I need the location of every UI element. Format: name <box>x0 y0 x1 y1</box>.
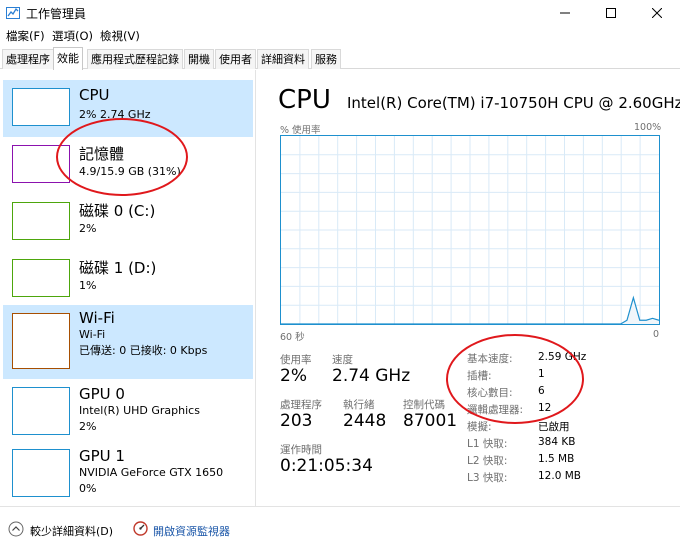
footer-bar: 較少詳細資料(D) 開啟資源監視器 <box>0 506 680 550</box>
sidebar-item-title: GPU 1 <box>79 447 125 465</box>
gpu0-thumbnail-graph <box>12 387 70 435</box>
collapse-chevron-icon[interactable] <box>8 521 24 537</box>
sidebar-item-usage: 2% <box>79 420 97 433</box>
speed-value: 2.74 GHz <box>332 366 411 386</box>
processes-label: 處理程序 <box>280 399 322 411</box>
sidebar-item-title: Wi-Fi <box>79 309 115 327</box>
info-label-l2-cache: L2 快取: <box>467 455 508 467</box>
menu-file[interactable]: 檔案(F) <box>6 28 45 44</box>
threads-value: 2448 <box>343 411 387 431</box>
page-title: CPU <box>278 85 331 115</box>
disk1-thumbnail-graph <box>12 259 70 297</box>
sidebar-item-detail: Intel(R) UHD Graphics <box>79 404 200 417</box>
maximize-icon <box>606 8 616 18</box>
tab-startup[interactable]: 開機 <box>184 49 214 69</box>
sidebar-item-detail: 2% <box>79 222 97 235</box>
cpu-thumbnail-graph <box>12 88 70 126</box>
tab-app-history[interactable]: 應用程式歷程記錄 <box>87 49 183 69</box>
usage-label: 使用率 <box>280 354 312 366</box>
annotation-circle-cpu-specs <box>446 334 584 424</box>
title-bar: 工作管理員 <box>0 0 680 26</box>
info-label-l1-cache: L1 快取: <box>467 438 508 450</box>
handles-label: 控制代碼 <box>403 399 445 411</box>
info-value-virtualization: 已啟用 <box>538 421 570 433</box>
cpu-usage-graph <box>280 135 660 325</box>
info-value-l2-cache: 1.5 MB <box>538 453 575 465</box>
close-icon <box>652 8 662 18</box>
cpu-usage-chart <box>281 136 660 325</box>
info-value-l3-cache: 12.0 MB <box>538 470 581 482</box>
open-resource-monitor-link[interactable]: 開啟資源監視器 <box>153 523 230 539</box>
tab-performance[interactable]: 效能 <box>53 47 83 70</box>
tab-bar: 處理程序 效能 應用程式歷程記錄 開機 使用者 詳細資料 服務 <box>0 47 680 70</box>
cpu-detail-panel: CPU Intel(R) Core(TM) i7-10750H CPU @ 2.… <box>258 70 680 506</box>
usage-value: 2% <box>280 366 307 386</box>
graph-x-right-label: 0 <box>653 329 660 340</box>
sidebar-item-gpu-0[interactable]: GPU 0 Intel(R) UHD Graphics 2% <box>3 379 253 441</box>
minimize-icon <box>560 12 570 14</box>
sidebar-item-detail: NVIDIA GeForce GTX 1650 <box>79 466 224 479</box>
graph-x-left-label: 60 秒 <box>280 332 305 343</box>
cpu-model-name: Intel(R) Core(TM) i7-10750H CPU @ 2.60GH… <box>347 94 680 112</box>
tab-details[interactable]: 詳細資料 <box>257 49 309 69</box>
sidebar-item-title: CPU <box>79 86 110 104</box>
sidebar-item-detail: 1% <box>79 279 97 292</box>
speed-label: 速度 <box>332 354 353 366</box>
resource-monitor-icon <box>133 521 148 536</box>
graph-y-max-label: 100% <box>634 122 662 133</box>
sidebar-item-title: 磁碟 0 (C:) <box>79 202 156 220</box>
menu-bar: 檔案(F) 選項(O) 檢視(V) <box>0 26 680 46</box>
fewer-details-link[interactable]: 較少詳細資料(D) <box>30 523 113 539</box>
maximize-button[interactable] <box>588 0 634 26</box>
sidebar-item-usage: 0% <box>79 482 97 495</box>
sidebar-item-title: 磁碟 1 (D:) <box>79 259 157 277</box>
sidebar-item-disk-0[interactable]: 磁碟 0 (C:) 2% <box>3 194 253 251</box>
processes-value: 203 <box>280 411 313 431</box>
disk0-thumbnail-graph <box>12 202 70 240</box>
annotation-circle-memory <box>56 118 188 196</box>
menu-view[interactable]: 檢視(V) <box>100 28 140 44</box>
handles-value: 87001 <box>403 411 458 431</box>
tab-users[interactable]: 使用者 <box>215 49 256 69</box>
sidebar-item-title: GPU 0 <box>79 385 125 403</box>
info-label-virtualization: 模擬: <box>467 421 492 433</box>
sidebar-item-wifi[interactable]: Wi-Fi Wi-Fi 已傳送: 0 已接收: 0 Kbps <box>3 305 253 379</box>
task-manager-icon <box>6 7 20 19</box>
sidebar-item-gpu-1[interactable]: GPU 1 NVIDIA GeForce GTX 1650 0% <box>3 441 253 503</box>
info-label-l3-cache: L3 快取: <box>467 472 508 484</box>
minimize-button[interactable] <box>542 0 588 26</box>
wifi-thumbnail-graph <box>12 313 70 369</box>
close-button[interactable] <box>634 0 680 26</box>
sidebar-item-throughput: 已傳送: 0 已接收: 0 Kbps <box>79 344 208 357</box>
threads-label: 執行緒 <box>343 399 375 411</box>
window-title: 工作管理員 <box>26 7 87 21</box>
menu-options[interactable]: 選項(O) <box>52 28 93 44</box>
uptime-value: 0:21:05:34 <box>280 456 373 476</box>
gpu1-thumbnail-graph <box>12 449 70 497</box>
info-value-l1-cache: 384 KB <box>538 436 576 448</box>
graph-y-axis-label: % 使用率 <box>280 125 321 136</box>
sidebar-item-disk-1[interactable]: 磁碟 1 (D:) 1% <box>3 251 253 308</box>
uptime-label: 運作時間 <box>280 444 322 456</box>
tab-services[interactable]: 服務 <box>311 49 341 69</box>
sidebar-item-detail: Wi-Fi <box>79 328 106 341</box>
tab-processes[interactable]: 處理程序 <box>2 49 54 69</box>
